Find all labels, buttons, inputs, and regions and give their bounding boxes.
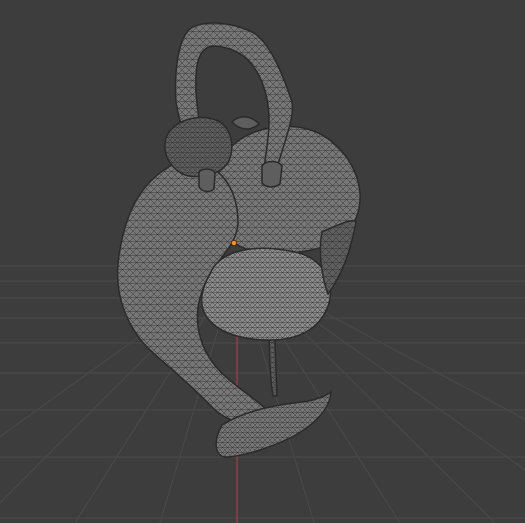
3d-viewport[interactable] (0, 0, 525, 523)
viewport-canvas[interactable] (0, 0, 525, 523)
sculpted-mesh[interactable] (116, 22, 361, 458)
object-origin-marker[interactable] (230, 239, 238, 247)
top-ridge (230, 116, 261, 130)
knot-joint-wire (164, 117, 232, 177)
left-stub (198, 168, 216, 193)
right-stub (261, 160, 283, 188)
lower-lobe-wire (201, 248, 331, 340)
wedge-wire (320, 220, 356, 294)
